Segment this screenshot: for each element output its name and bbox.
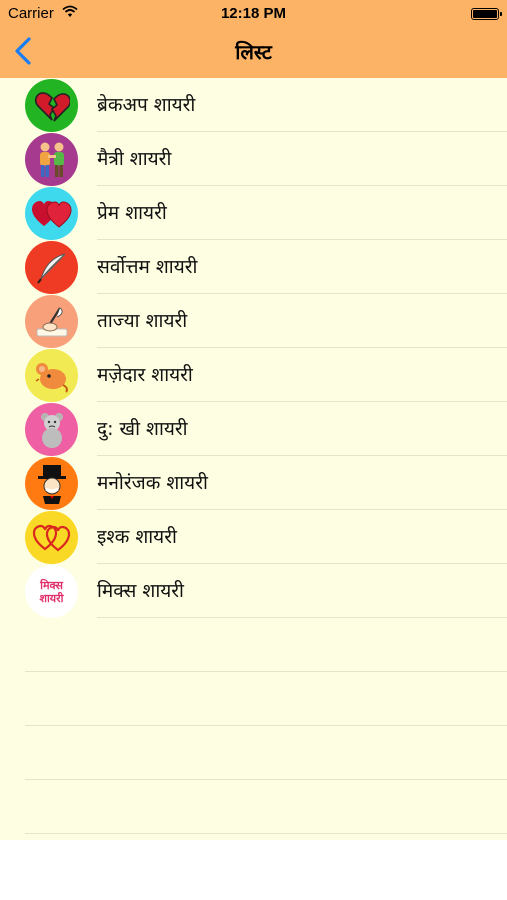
list-item-label: ताज्या शायरी [97, 310, 188, 332]
love-hearts-icon [25, 511, 78, 564]
hearts-icon [25, 187, 78, 240]
sad-teddy-icon [25, 403, 78, 456]
row-divider [97, 617, 507, 618]
list-item-breakup[interactable]: ब्रेकअप शायरी [0, 78, 507, 132]
entertainer-icon [25, 457, 78, 510]
list-item-label: मज़ेदार शायरी [97, 364, 193, 386]
list-item-entertaining[interactable]: मनोरंजक शायरी [0, 456, 507, 510]
list-item-mix[interactable]: मिक्स शायरी मिक्स शायरी [0, 564, 507, 618]
list-item-love[interactable]: प्रेम शायरी [0, 186, 507, 240]
broken-heart-icon [25, 79, 78, 132]
row-divider [25, 671, 507, 672]
list-item-label: इश्क शायरी [97, 526, 177, 548]
list-item-latest[interactable]: ताज्या शायरी [0, 294, 507, 348]
funny-mouse-icon [25, 349, 78, 402]
list-item-label: प्रेम शायरी [97, 202, 167, 224]
list-item-label: दु: खी शायरी [97, 418, 188, 440]
page-title: लिस्ट [235, 40, 272, 64]
friends-icon [25, 133, 78, 186]
list-item-label: सर्वोत्तम शायरी [97, 256, 198, 278]
list-item-friendship[interactable]: मैत्री शायरी [0, 132, 507, 186]
mix-text-icon: मिक्स शायरी [25, 565, 78, 618]
battery-icon [471, 8, 502, 20]
status-bar: Carrier 12:18 PM [0, 0, 507, 28]
clock: 12:18 PM [220, 5, 287, 22]
list-item-best[interactable]: सर्वोत्तम शायरी [0, 240, 507, 294]
list-item-label: मिक्स शायरी [97, 580, 184, 602]
list-item-label: मैत्री शायरी [97, 148, 172, 170]
list-item-label: ब्रेकअप शायरी [97, 94, 196, 116]
writing-hand-icon [25, 295, 78, 348]
list-item-ishq[interactable]: इश्क शायरी [0, 510, 507, 564]
list-item-label: मनोरंजक शायरी [97, 472, 208, 494]
navigation-bar: Carrier 12:18 PM लिस्ट [0, 0, 507, 78]
list-item-sad[interactable]: दु: खी शायरी [0, 402, 507, 456]
list-item-funny[interactable]: मज़ेदार शायरी [0, 348, 507, 402]
row-divider [25, 833, 507, 834]
mix-icon-text: शायरी [39, 591, 64, 605]
row-divider [25, 779, 507, 780]
mix-icon-text: मिक्स [40, 578, 63, 592]
category-list: ब्रेकअप शायरी मैत्री शायरी प्रेम शायरी स… [0, 78, 507, 840]
row-divider [25, 725, 507, 726]
quill-icon [25, 241, 78, 294]
